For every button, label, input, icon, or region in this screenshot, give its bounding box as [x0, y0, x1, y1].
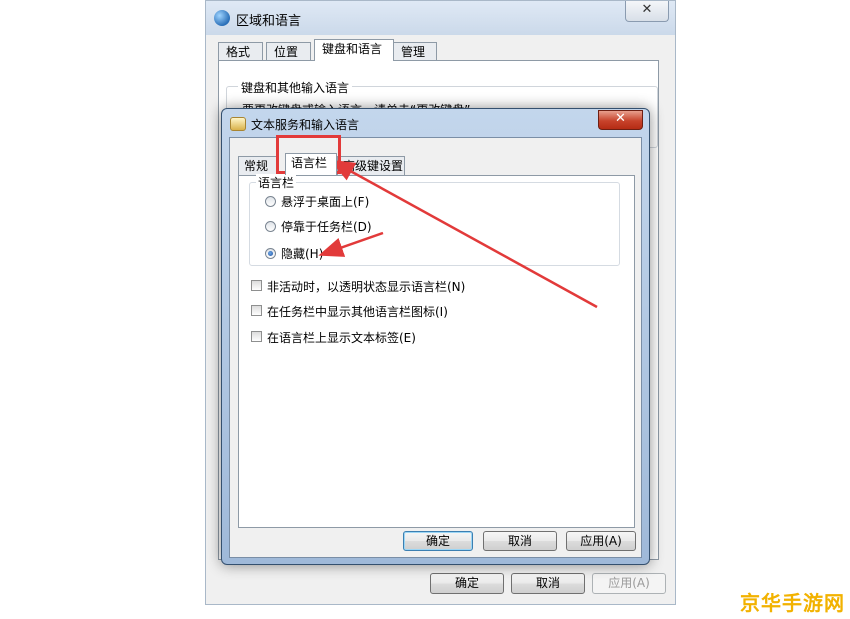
- radio-hidden-label: 隐藏(H): [281, 247, 324, 261]
- radio-docked-taskbar-label: 停靠于任务栏(D): [281, 220, 372, 234]
- checkbox-text-labels-label: 在语言栏上显示文本标签(E): [267, 331, 416, 345]
- globe-icon: [214, 10, 230, 26]
- text-services-close-button[interactable]: ✕: [598, 110, 643, 130]
- tab-general[interactable]: 常规: [238, 156, 278, 175]
- watermark-text: 京华手游网: [740, 591, 845, 615]
- region-ok-button[interactable]: 确定: [430, 573, 504, 594]
- region-apply-button[interactable]: 应用(A): [592, 573, 666, 594]
- radio-floating-desktop-label: 悬浮于桌面上(F): [281, 195, 370, 209]
- checkbox-text-labels[interactable]: [251, 331, 262, 342]
- radio-floating-desktop[interactable]: [265, 196, 276, 207]
- tab-keyboards-languages[interactable]: 键盘和语言: [314, 39, 394, 61]
- region-cancel-button[interactable]: 取消: [511, 573, 585, 594]
- tab-administrative[interactable]: 管理: [393, 42, 437, 61]
- keyboard-icon: [230, 117, 246, 131]
- region-language-titlebar: 区域和语言 ✕: [206, 1, 675, 35]
- language-bar-group-title: 语言栏: [256, 174, 297, 191]
- radio-hidden[interactable]: [265, 248, 276, 259]
- ok-button[interactable]: 确定: [403, 531, 473, 551]
- keyboards-group-title: 键盘和其他输入语言: [238, 79, 353, 96]
- checkbox-transparent-inactive-label: 非活动时，以透明状态显示语言栏(N): [267, 280, 466, 294]
- text-services-title: 文本服务和输入语言: [251, 118, 360, 132]
- checkbox-transparent-inactive[interactable]: [251, 280, 262, 291]
- tab-language-bar[interactable]: 语言栏: [285, 153, 337, 175]
- tab-advanced-key-settings[interactable]: 高级键设置: [337, 156, 405, 175]
- checkbox-additional-icons-label: 在任务栏中显示其他语言栏图标(I): [267, 305, 448, 319]
- apply-button[interactable]: 应用(A): [566, 531, 636, 551]
- tab-formats[interactable]: 格式: [218, 42, 263, 61]
- cancel-button[interactable]: 取消: [483, 531, 557, 551]
- checkbox-additional-icons[interactable]: [251, 305, 262, 316]
- tab-location[interactable]: 位置: [266, 42, 311, 61]
- region-language-title: 区域和语言: [236, 14, 302, 29]
- region-language-close-button[interactable]: ✕: [625, 1, 669, 22]
- radio-docked-taskbar[interactable]: [265, 221, 276, 232]
